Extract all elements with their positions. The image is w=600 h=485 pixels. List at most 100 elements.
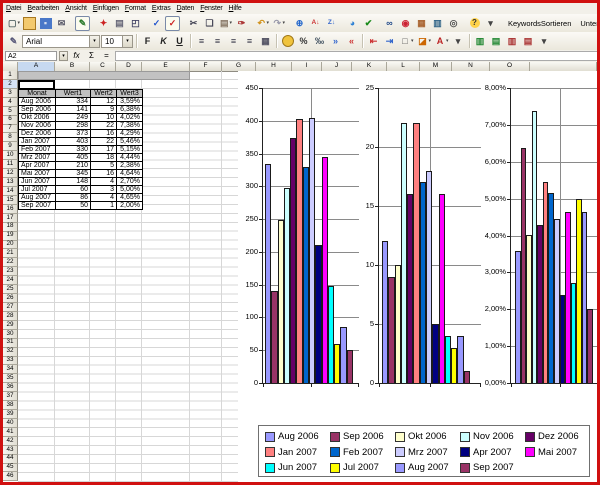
row-header-36[interactable]: 36: [3, 383, 18, 392]
cell-D9[interactable]: 5,46%: [117, 137, 143, 145]
cell-D17[interactable]: 2,00%: [117, 201, 143, 209]
cell-A6[interactable]: Okt 2006: [19, 113, 56, 121]
save-button[interactable]: ▪: [38, 16, 53, 31]
data-sources-button[interactable]: ▥: [430, 16, 445, 31]
cell-C6[interactable]: 10: [91, 113, 117, 121]
select-all-corner[interactable]: [3, 62, 18, 71]
cell-D11[interactable]: 4,44%: [117, 153, 143, 161]
cell-A16[interactable]: Aug 2007: [19, 193, 56, 201]
row-header-44[interactable]: 44: [3, 455, 18, 464]
column-header-N[interactable]: N: [452, 62, 490, 71]
hyperlink-button[interactable]: ⊕: [292, 16, 307, 31]
undo-button[interactable]: ↶▾: [255, 16, 270, 31]
cell-D5[interactable]: 6,38%: [117, 105, 143, 113]
row-header-30[interactable]: 30: [3, 330, 18, 339]
row-header-10[interactable]: 10: [3, 151, 18, 160]
cell-B8[interactable]: 373: [56, 129, 91, 137]
row-header-12[interactable]: 12: [3, 169, 18, 178]
row-header-23[interactable]: 23: [3, 267, 18, 276]
row-header-18[interactable]: 18: [3, 223, 18, 232]
menu-einfgen[interactable]: Einfügen: [90, 5, 122, 12]
cell-C15[interactable]: 3: [91, 185, 117, 193]
menu-extras[interactable]: Extras: [149, 5, 174, 12]
merge-cells-button[interactable]: ▦: [258, 34, 273, 49]
standard-format-button[interactable]: ‰: [312, 34, 327, 49]
insert-cells-button[interactable]: ▥: [473, 34, 488, 49]
find-replace-button[interactable]: ∞: [382, 16, 397, 31]
cell-A10[interactable]: Feb 2007: [19, 145, 56, 153]
cell-A13[interactable]: Mai 2007: [19, 169, 56, 177]
cell-B4[interactable]: 334: [56, 97, 91, 105]
table-header-wert3[interactable]: Wert3: [117, 89, 143, 97]
chart-legend[interactable]: Aug 2006Sep 2006Okt 2006Nov 2006Dez 2006…: [258, 425, 590, 477]
sort-ascending-button[interactable]: A↓: [308, 16, 323, 31]
menu-bearbeiten[interactable]: Bearbeiten: [24, 5, 62, 12]
unterstrich-fett-button[interactable]: UnterstrichFett: [576, 16, 600, 30]
row-header-39[interactable]: 39: [3, 410, 18, 419]
row-header-22[interactable]: 22: [3, 258, 18, 267]
insert-chart-button[interactable]: ◕: [345, 16, 360, 31]
cell-C5[interactable]: 9: [91, 105, 117, 113]
row-header-38[interactable]: 38: [3, 401, 18, 410]
row-header-35[interactable]: 35: [3, 374, 18, 383]
table-header-monat[interactable]: Monat: [19, 89, 56, 97]
column-header-F[interactable]: F: [190, 62, 222, 71]
cell-D14[interactable]: 2,70%: [117, 177, 143, 185]
font-name-combo-dropdown[interactable]: ▾: [89, 36, 99, 47]
align-left-button[interactable]: ≡: [194, 34, 209, 49]
row-header-1[interactable]: 1: [3, 71, 18, 80]
table-header-wert1[interactable]: Wert1: [56, 89, 91, 97]
menu-datei[interactable]: Datei: [3, 5, 24, 12]
document-as-email-button[interactable]: ✉: [54, 16, 69, 31]
row-header-15[interactable]: 15: [3, 196, 18, 205]
format-toolbar-options-dropdown-2[interactable]: ▾: [537, 34, 552, 49]
navigator-button[interactable]: ◉: [398, 16, 413, 31]
font-size-combo[interactable]: 10▾: [101, 35, 133, 48]
toolbar-options-dropdown[interactable]: ▾: [483, 16, 498, 31]
borders-button-dropdown-arrow[interactable]: ▾: [411, 38, 414, 44]
check-button[interactable]: ✔: [361, 16, 376, 31]
align-center-button[interactable]: ≡: [210, 34, 225, 49]
sort-descending-button[interactable]: Z↓: [324, 16, 339, 31]
column-header-D[interactable]: D: [116, 62, 142, 71]
column-header-B[interactable]: B: [55, 62, 90, 71]
zoom-button[interactable]: ◎: [446, 16, 461, 31]
row-header-11[interactable]: 11: [3, 160, 18, 169]
column-header-C[interactable]: C: [90, 62, 116, 71]
row-header-43[interactable]: 43: [3, 446, 18, 455]
font-color-button-dropdown-arrow[interactable]: ▾: [446, 38, 449, 44]
menu-daten[interactable]: Daten: [174, 5, 198, 12]
paste-button[interactable]: ▤▾: [218, 16, 233, 31]
redo-button-dropdown-arrow[interactable]: ▾: [282, 20, 285, 26]
italic-button[interactable]: K: [156, 34, 171, 49]
row-header-13[interactable]: 13: [3, 178, 18, 187]
row-header-5[interactable]: 5: [3, 107, 18, 116]
decrease-indent-button[interactable]: ⇤: [366, 34, 381, 49]
copy-button[interactable]: ❏: [202, 16, 217, 31]
column-header-M[interactable]: M: [420, 62, 452, 71]
paste-button-dropdown-arrow[interactable]: ▾: [229, 20, 232, 26]
cell-D15[interactable]: 5,00%: [117, 185, 143, 193]
row-header-7[interactable]: 7: [3, 125, 18, 134]
new-document-button-dropdown-arrow[interactable]: ▾: [17, 20, 20, 26]
cell-C11[interactable]: 18: [91, 153, 117, 161]
row-header-34[interactable]: 34: [3, 365, 18, 374]
row-header-42[interactable]: 42: [3, 437, 18, 446]
borders-button[interactable]: □▾: [398, 34, 415, 49]
filled-range-A1-E1[interactable]: [18, 71, 190, 80]
cell-B16[interactable]: 86: [56, 193, 91, 201]
add-decimal-button[interactable]: »: [328, 34, 343, 49]
cell-C12[interactable]: 5: [91, 161, 117, 169]
cell-D6[interactable]: 4,02%: [117, 113, 143, 121]
row-header-37[interactable]: 37: [3, 392, 18, 401]
cell-B6[interactable]: 249: [56, 113, 91, 121]
background-color-button-dropdown-arrow[interactable]: ▾: [429, 38, 432, 44]
row-header-4[interactable]: 4: [3, 98, 18, 107]
cell-D10[interactable]: 5,15%: [117, 145, 143, 153]
row-header-6[interactable]: 6: [3, 116, 18, 125]
help-button[interactable]: ?: [467, 16, 482, 31]
page-preview-button[interactable]: ◰: [128, 16, 143, 31]
cell-C9[interactable]: 22: [91, 137, 117, 145]
row-header-21[interactable]: 21: [3, 249, 18, 258]
cell-B11[interactable]: 405: [56, 153, 91, 161]
